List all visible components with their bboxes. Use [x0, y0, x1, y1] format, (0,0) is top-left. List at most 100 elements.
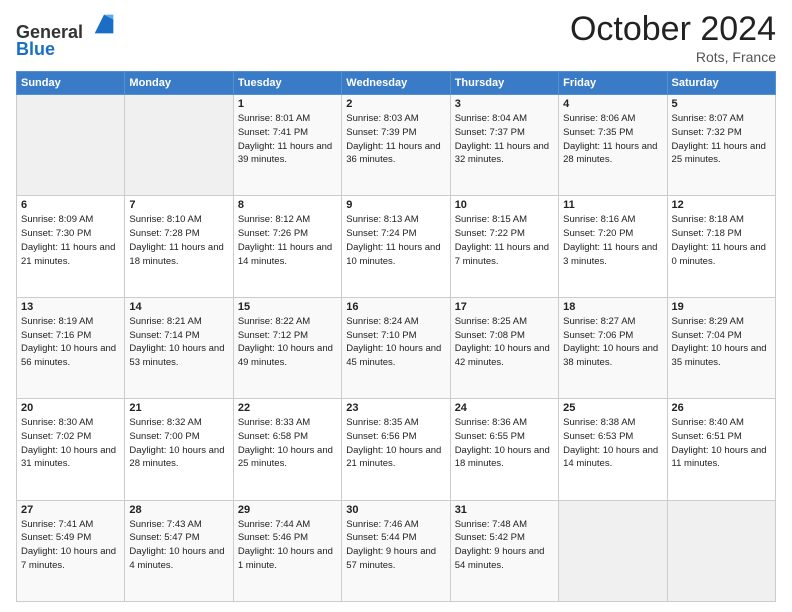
- calendar-cell: 9 Sunrise: 8:13 AM Sunset: 7:24 PM Daylig…: [342, 196, 450, 297]
- day-number: 3: [455, 98, 554, 110]
- day-number: 18: [563, 301, 662, 313]
- day-info: Sunrise: 8:19 AM Sunset: 7:16 PM Dayligh…: [21, 315, 120, 370]
- day-info: Sunrise: 7:41 AM Sunset: 5:49 PM Dayligh…: [21, 518, 120, 573]
- weekday-header-friday: Friday: [559, 72, 667, 95]
- weekday-header-thursday: Thursday: [450, 72, 558, 95]
- calendar-cell: 15 Sunrise: 8:22 AM Sunset: 7:12 PM Dayli…: [233, 297, 341, 398]
- calendar-cell: 29 Sunrise: 7:44 AM Sunset: 5:46 PM Dayli…: [233, 500, 341, 601]
- calendar-cell: [667, 500, 775, 601]
- calendar-cell: 2 Sunrise: 8:03 AM Sunset: 7:39 PM Daylig…: [342, 95, 450, 196]
- day-info: Sunrise: 8:35 AM Sunset: 6:56 PM Dayligh…: [346, 416, 445, 471]
- calendar-cell: 26Sunrise: 8:40 AM Sunset: 6:51 PM Dayli…: [667, 399, 775, 500]
- day-number: 30: [346, 504, 445, 516]
- day-info: Sunrise: 8:01 AM Sunset: 7:41 PM Dayligh…: [238, 112, 337, 167]
- day-number: 20: [21, 402, 120, 414]
- day-info: Sunrise: 8:10 AM Sunset: 7:28 PM Dayligh…: [129, 213, 228, 268]
- calendar-cell: 6 Sunrise: 8:09 AM Sunset: 7:30 PM Daylig…: [17, 196, 125, 297]
- day-number: 9: [346, 199, 445, 211]
- day-number: 10: [455, 199, 554, 211]
- day-info: Sunrise: 8:15 AM Sunset: 7:22 PM Dayligh…: [455, 213, 554, 268]
- calendar-cell: 10 Sunrise: 8:15 AM Sunset: 7:22 PM Dayli…: [450, 196, 558, 297]
- day-info: Sunrise: 8:13 AM Sunset: 7:24 PM Dayligh…: [346, 213, 445, 268]
- day-info: Sunrise: 7:43 AM Sunset: 5:47 PM Dayligh…: [129, 518, 228, 573]
- day-number: 29: [238, 504, 337, 516]
- calendar-cell: 16Sunrise: 8:24 AM Sunset: 7:10 PM Dayli…: [342, 297, 450, 398]
- day-number: 11: [563, 199, 662, 211]
- title-block: October 2024 Rots, France: [570, 10, 776, 65]
- calendar-cell: 13 Sunrise: 8:19 AM Sunset: 7:16 PM Dayli…: [17, 297, 125, 398]
- week-row-1: 1 Sunrise: 8:01 AM Sunset: 7:41 PM Daylig…: [17, 95, 776, 196]
- day-number: 1: [238, 98, 337, 110]
- weekday-header-tuesday: Tuesday: [233, 72, 341, 95]
- calendar-cell: 5Sunrise: 8:07 AM Sunset: 7:32 PM Daylig…: [667, 95, 775, 196]
- calendar-cell: 23 Sunrise: 8:35 AM Sunset: 6:56 PM Dayli…: [342, 399, 450, 500]
- logo: General Blue: [16, 10, 118, 60]
- day-number: 19: [672, 301, 771, 313]
- day-info: Sunrise: 8:30 AM Sunset: 7:02 PM Dayligh…: [21, 416, 120, 471]
- day-info: Sunrise: 8:07 AM Sunset: 7:32 PM Dayligh…: [672, 112, 771, 167]
- calendar-cell: 24Sunrise: 8:36 AM Sunset: 6:55 PM Dayli…: [450, 399, 558, 500]
- day-number: 4: [563, 98, 662, 110]
- day-info: Sunrise: 8:32 AM Sunset: 7:00 PM Dayligh…: [129, 416, 228, 471]
- week-row-2: 6 Sunrise: 8:09 AM Sunset: 7:30 PM Daylig…: [17, 196, 776, 297]
- day-info: Sunrise: 7:48 AM Sunset: 5:42 PM Dayligh…: [455, 518, 554, 573]
- day-info: Sunrise: 8:27 AM Sunset: 7:06 PM Dayligh…: [563, 315, 662, 370]
- day-info: Sunrise: 8:29 AM Sunset: 7:04 PM Dayligh…: [672, 315, 771, 370]
- day-info: Sunrise: 7:46 AM Sunset: 5:44 PM Dayligh…: [346, 518, 445, 573]
- calendar-cell: 21 Sunrise: 8:32 AM Sunset: 7:00 PM Dayli…: [125, 399, 233, 500]
- calendar-cell: 3 Sunrise: 8:04 AM Sunset: 7:37 PM Daylig…: [450, 95, 558, 196]
- day-number: 24: [455, 402, 554, 414]
- logo-icon: [90, 10, 118, 38]
- calendar-cell: 1 Sunrise: 8:01 AM Sunset: 7:41 PM Daylig…: [233, 95, 341, 196]
- calendar-cell: [559, 500, 667, 601]
- day-number: 26: [672, 402, 771, 414]
- day-info: Sunrise: 8:06 AM Sunset: 7:35 PM Dayligh…: [563, 112, 662, 167]
- day-info: Sunrise: 8:33 AM Sunset: 6:58 PM Dayligh…: [238, 416, 337, 471]
- day-number: 7: [129, 199, 228, 211]
- day-number: 28: [129, 504, 228, 516]
- day-number: 23: [346, 402, 445, 414]
- page: General Blue October 2024 Rots, France S…: [0, 0, 792, 612]
- day-info: Sunrise: 8:22 AM Sunset: 7:12 PM Dayligh…: [238, 315, 337, 370]
- day-info: Sunrise: 8:16 AM Sunset: 7:20 PM Dayligh…: [563, 213, 662, 268]
- weekday-header-row: SundayMondayTuesdayWednesdayThursdayFrid…: [17, 72, 776, 95]
- week-row-3: 13 Sunrise: 8:19 AM Sunset: 7:16 PM Dayli…: [17, 297, 776, 398]
- day-number: 2: [346, 98, 445, 110]
- calendar-cell: 31 Sunrise: 7:48 AM Sunset: 5:42 PM Dayli…: [450, 500, 558, 601]
- calendar-cell: 18 Sunrise: 8:27 AM Sunset: 7:06 PM Dayli…: [559, 297, 667, 398]
- calendar-cell: 20 Sunrise: 8:30 AM Sunset: 7:02 PM Dayli…: [17, 399, 125, 500]
- calendar-cell: 8 Sunrise: 8:12 AM Sunset: 7:26 PM Daylig…: [233, 196, 341, 297]
- day-number: 16: [346, 301, 445, 313]
- day-info: Sunrise: 8:12 AM Sunset: 7:26 PM Dayligh…: [238, 213, 337, 268]
- calendar-cell: [17, 95, 125, 196]
- calendar-cell: 7 Sunrise: 8:10 AM Sunset: 7:28 PM Daylig…: [125, 196, 233, 297]
- day-number: 31: [455, 504, 554, 516]
- day-info: Sunrise: 8:09 AM Sunset: 7:30 PM Dayligh…: [21, 213, 120, 268]
- day-number: 6: [21, 199, 120, 211]
- day-info: Sunrise: 8:04 AM Sunset: 7:37 PM Dayligh…: [455, 112, 554, 167]
- day-number: 13: [21, 301, 120, 313]
- logo-general: General: [16, 10, 118, 43]
- day-number: 27: [21, 504, 120, 516]
- day-number: 21: [129, 402, 228, 414]
- calendar-cell: 27 Sunrise: 7:41 AM Sunset: 5:49 PM Dayli…: [17, 500, 125, 601]
- day-number: 8: [238, 199, 337, 211]
- calendar-cell: 25Sunrise: 8:38 AM Sunset: 6:53 PM Dayli…: [559, 399, 667, 500]
- day-info: Sunrise: 8:03 AM Sunset: 7:39 PM Dayligh…: [346, 112, 445, 167]
- day-info: Sunrise: 8:18 AM Sunset: 7:18 PM Dayligh…: [672, 213, 771, 268]
- day-number: 25: [563, 402, 662, 414]
- calendar-cell: 22Sunrise: 8:33 AM Sunset: 6:58 PM Dayli…: [233, 399, 341, 500]
- calendar-cell: 30 Sunrise: 7:46 AM Sunset: 5:44 PM Dayli…: [342, 500, 450, 601]
- calendar-cell: 11 Sunrise: 8:16 AM Sunset: 7:20 PM Dayli…: [559, 196, 667, 297]
- day-number: 17: [455, 301, 554, 313]
- day-number: 12: [672, 199, 771, 211]
- weekday-header-monday: Monday: [125, 72, 233, 95]
- calendar-cell: 28 Sunrise: 7:43 AM Sunset: 5:47 PM Dayli…: [125, 500, 233, 601]
- day-number: 15: [238, 301, 337, 313]
- day-info: Sunrise: 7:44 AM Sunset: 5:46 PM Dayligh…: [238, 518, 337, 573]
- day-info: Sunrise: 8:21 AM Sunset: 7:14 PM Dayligh…: [129, 315, 228, 370]
- week-row-5: 27 Sunrise: 7:41 AM Sunset: 5:49 PM Dayli…: [17, 500, 776, 601]
- calendar-cell: 12 Sunrise: 8:18 AM Sunset: 7:18 PM Dayli…: [667, 196, 775, 297]
- header: General Blue October 2024 Rots, France: [16, 10, 776, 65]
- calendar-cell: 14Sunrise: 8:21 AM Sunset: 7:14 PM Dayli…: [125, 297, 233, 398]
